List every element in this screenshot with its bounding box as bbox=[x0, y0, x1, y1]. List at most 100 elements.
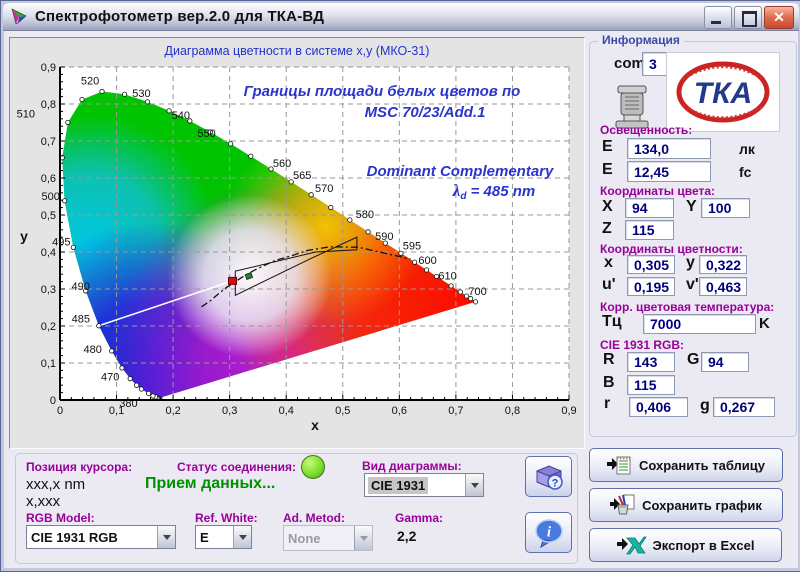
com-label: com bbox=[614, 55, 645, 72]
app-icon bbox=[9, 7, 29, 27]
export-excel-label: Экспорт в Excel bbox=[653, 538, 755, 553]
svg-text:0,4: 0,4 bbox=[279, 405, 294, 417]
info-bubble-icon: i bbox=[533, 518, 565, 548]
svg-text:700: 700 bbox=[468, 286, 486, 298]
status-groupbox: Позиция курсора: xxx,x nm x,xxx Статус с… bbox=[15, 453, 578, 564]
arrow-notepad-icon bbox=[607, 454, 633, 476]
ad-metod-label: Ad. Metod: bbox=[283, 511, 345, 525]
svg-text:Dominant Complementary: Dominant Complementary bbox=[367, 163, 554, 180]
save-table-button[interactable]: Сохранить таблицу bbox=[589, 448, 783, 482]
z-cap-field[interactable] bbox=[625, 220, 674, 240]
r-cap-field[interactable] bbox=[627, 352, 675, 372]
cy-field[interactable] bbox=[699, 255, 747, 274]
rn-field[interactable] bbox=[629, 397, 688, 417]
info-groupbox: Информация com ТКА Освещенность: E лк E bbox=[589, 41, 797, 437]
y-tick-labels: 00,10,20,30,40,50,60,70,80,9 bbox=[41, 62, 56, 407]
y-cap-label: Y bbox=[686, 198, 697, 216]
window-title: Спектрофотометр вер.2.0 для ТКА-ВД bbox=[35, 8, 324, 25]
b-cap-label: B bbox=[603, 374, 615, 392]
cursor-position-nm: xxx,x nm bbox=[26, 476, 85, 493]
diagram-type-combo[interactable]: CIE 1931 bbox=[364, 473, 484, 497]
app-window: Спектрофотометр вер.2.0 для ТКА-ВД ✕ 380… bbox=[0, 0, 800, 572]
svg-text:0,9: 0,9 bbox=[561, 405, 576, 417]
chevron-down-icon[interactable] bbox=[465, 474, 483, 496]
svg-text:0: 0 bbox=[50, 395, 56, 407]
cct-label: Корр. цветовая температура: bbox=[600, 300, 774, 314]
tka-logo: ТКА bbox=[666, 52, 780, 132]
cct-field[interactable] bbox=[643, 314, 756, 334]
svg-text:485: 485 bbox=[72, 314, 90, 326]
ref-white-combo[interactable]: E bbox=[195, 525, 252, 549]
ref-white-value: E bbox=[196, 530, 233, 545]
svg-text:530: 530 bbox=[132, 88, 150, 100]
info-group-title: Информация bbox=[598, 33, 684, 47]
e-fc-field[interactable] bbox=[627, 161, 711, 182]
xyz-label: Координаты цвета: bbox=[600, 184, 715, 198]
u-label: u' bbox=[602, 276, 616, 294]
svg-text:590: 590 bbox=[375, 231, 393, 243]
arrow-drawing-icon bbox=[610, 493, 636, 517]
cct-unit: K bbox=[759, 315, 770, 332]
save-graph-button[interactable]: Сохранить график bbox=[589, 488, 783, 522]
chromaticity-chart[interactable]: 3804704804854904955005105205305405505605… bbox=[10, 38, 584, 448]
svg-text:0,6: 0,6 bbox=[41, 173, 56, 185]
maximize-button[interactable] bbox=[734, 6, 762, 29]
x-cap-field[interactable] bbox=[625, 198, 674, 218]
svg-text:0,7: 0,7 bbox=[41, 136, 56, 148]
svg-text:0,3: 0,3 bbox=[222, 405, 237, 417]
svg-text:0,2: 0,2 bbox=[41, 321, 56, 333]
help-button[interactable]: ? bbox=[525, 456, 572, 497]
cx-label: x bbox=[604, 254, 613, 272]
v-field[interactable] bbox=[699, 277, 747, 296]
about-button[interactable]: i bbox=[525, 512, 572, 553]
ref-white-label: Ref. White: bbox=[195, 511, 258, 525]
cx-field[interactable] bbox=[627, 255, 675, 274]
u-field[interactable] bbox=[627, 277, 675, 296]
b-cap-field[interactable] bbox=[627, 375, 675, 395]
chevron-down-icon bbox=[354, 526, 372, 550]
e-lux-field[interactable] bbox=[627, 138, 711, 159]
svg-text:540: 540 bbox=[172, 110, 190, 122]
chevron-down-icon[interactable] bbox=[157, 526, 175, 548]
svg-text:470: 470 bbox=[101, 372, 119, 384]
export-excel-button[interactable]: Экспорт в Excel bbox=[589, 528, 782, 562]
svg-text:490: 490 bbox=[71, 281, 89, 293]
connection-status-label: Статус соединения: bbox=[177, 460, 296, 474]
svg-text:0,4: 0,4 bbox=[41, 247, 56, 259]
y-axis-title: y bbox=[20, 228, 28, 244]
svg-text:550: 550 bbox=[197, 128, 215, 140]
cursor-position-label: Позиция курсора: bbox=[26, 460, 132, 474]
diagram-type-label: Вид диаграммы: bbox=[362, 459, 462, 473]
lux-unit: лк bbox=[739, 141, 755, 157]
g-cap-field[interactable] bbox=[701, 352, 749, 372]
chevron-down-icon[interactable] bbox=[233, 526, 251, 548]
minimize-button[interactable] bbox=[704, 6, 732, 29]
svg-text:0: 0 bbox=[57, 405, 63, 417]
chart-panel: 3804704804854904955005105205305405505605… bbox=[9, 37, 585, 449]
v-label: v' bbox=[686, 276, 699, 294]
y-cap-field[interactable] bbox=[701, 198, 750, 218]
svg-text:0,5: 0,5 bbox=[335, 405, 350, 417]
book-question-icon: ? bbox=[533, 463, 565, 491]
cursor-position-xy: x,xxx bbox=[26, 493, 60, 510]
save-table-label: Сохранить таблицу bbox=[639, 458, 765, 473]
cy-label: y bbox=[686, 254, 695, 272]
rgb-model-combo[interactable]: CIE 1931 RGB bbox=[26, 525, 176, 549]
svg-text:0,2: 0,2 bbox=[165, 405, 180, 417]
svg-text:0,7: 0,7 bbox=[448, 405, 463, 417]
chroma-label: Координаты цветности: bbox=[600, 242, 743, 256]
measurement-point bbox=[228, 277, 236, 284]
z-cap-label: Z bbox=[602, 220, 612, 238]
close-button[interactable]: ✕ bbox=[764, 6, 794, 29]
svg-text:560: 560 bbox=[273, 158, 291, 170]
gamma-label: Gamma: bbox=[395, 511, 443, 525]
svg-text:520: 520 bbox=[81, 75, 99, 87]
svg-text:580: 580 bbox=[356, 209, 374, 221]
svg-text:?: ? bbox=[551, 477, 558, 489]
green-led-icon bbox=[301, 455, 325, 479]
x-axis-title: x bbox=[311, 417, 319, 433]
e-lux-label: E bbox=[602, 138, 613, 156]
gn-field[interactable] bbox=[713, 397, 775, 417]
gn-label: g bbox=[700, 397, 710, 415]
svg-text:0,1: 0,1 bbox=[41, 358, 56, 370]
